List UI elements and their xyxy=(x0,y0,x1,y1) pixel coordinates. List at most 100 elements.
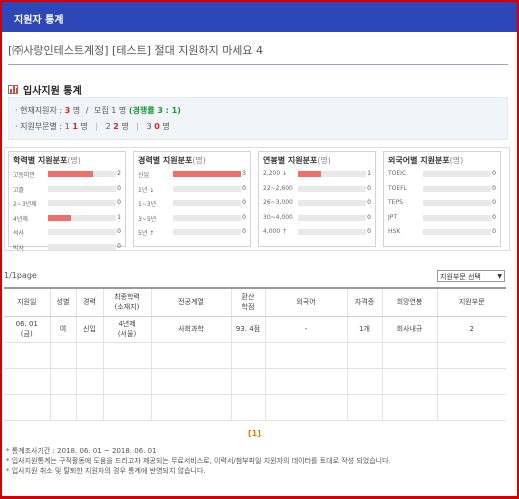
department-count: 0 xyxy=(154,122,160,131)
table-row[interactable]: 06. 01 (금) 여 신입 4년제 (서울) 사회과학 93. 4점 -1개 회사내규 2 xyxy=(4,316,506,343)
education-distribution-panel: 학력별 지원분포(명) 고등미만 2 고졸 0 2~3년제 0 4년제 1 석사 0 박사 0 xyxy=(8,151,126,252)
table-cell xyxy=(49,394,76,421)
category-label: JPT xyxy=(388,213,398,221)
category-label: 3~5년 xyxy=(138,215,157,223)
value-label: 0 xyxy=(492,184,496,192)
value-label: 0 xyxy=(492,170,496,177)
table-cell xyxy=(150,342,231,369)
category-label: 신입 xyxy=(138,172,150,179)
category-label: 2~3년제 xyxy=(13,201,37,208)
bar-track xyxy=(423,185,491,192)
value-label: 0 xyxy=(117,242,121,250)
department-filter-select[interactable]: 지원부문 선택 ▼ xyxy=(437,270,505,282)
value-label: 0 xyxy=(492,199,496,206)
distribution-row: 5년 ↑ 0 xyxy=(138,226,246,241)
panel-title-unit: (명) xyxy=(449,156,464,165)
pagination-current[interactable]: [1] xyxy=(248,429,261,438)
table-cell xyxy=(4,342,50,369)
table-cell xyxy=(381,368,437,395)
distribution-stats: 학력별 지원분포(명) 고등미만 2 고졸 0 2~3년제 0 4년제 1 석사 0 박사 0 경력별 지… xyxy=(4,147,510,252)
bar xyxy=(48,214,71,221)
column-header: 최종학력 (소재지) xyxy=(102,287,151,317)
distribution-row: 3~5년 0 xyxy=(138,212,246,227)
section-title-text: 입사지원 통계 xyxy=(23,86,82,97)
table-cell xyxy=(346,394,382,421)
bar-track xyxy=(48,185,116,192)
value-label: 0 xyxy=(492,213,496,221)
table-cell xyxy=(102,394,151,421)
category-label: 1~3년 xyxy=(138,201,157,208)
value-label: 1 xyxy=(117,213,121,221)
section-title: 입사지원 통계 xyxy=(8,82,82,97)
value-label: 1 xyxy=(367,170,371,177)
distribution-row: 2,200 ↓ 1 xyxy=(263,168,371,183)
table-cell: 여 xyxy=(49,316,76,343)
distribution-row: 26~3,000 0 xyxy=(263,197,371,212)
column-header: 환산 학점 xyxy=(230,287,265,317)
slash: / xyxy=(85,106,89,115)
category-label: 26~3,000 xyxy=(263,199,293,206)
department-line: · 지원부문별 : 1 1 명 | 2 2 명 | 3 0 명 xyxy=(15,119,507,135)
bar-track xyxy=(298,229,366,235)
category-label: 고등미만 xyxy=(13,172,36,179)
unit: 명 xyxy=(162,122,170,131)
recruit-count: 1 xyxy=(111,106,117,115)
table-cell: 사회과학 xyxy=(150,316,231,343)
table-cell xyxy=(230,368,265,395)
category-label: 2,200 ↓ xyxy=(263,170,288,177)
category-label: 30~4,000 xyxy=(263,213,293,221)
distribution-row: JPT 0 xyxy=(388,212,496,227)
bar xyxy=(48,171,94,177)
bar-track xyxy=(173,229,241,235)
table-cell xyxy=(346,342,382,369)
table-cell xyxy=(49,342,76,369)
category-label: TOEFL xyxy=(388,184,407,192)
note-period: * 통계조사기간 : 2018. 06. 01 ~ 2018. 06. 01 xyxy=(6,447,157,455)
language-distribution-panel: 외국어별 지원분포(명) TOEIC 0 TOEFL 0 TEPS 0 JPT 0 HSK 0 xyxy=(383,151,501,247)
bar-track xyxy=(298,185,366,192)
bar-track xyxy=(173,185,241,192)
empty-row xyxy=(4,394,506,421)
distribution-row: 석사 0 xyxy=(13,226,121,241)
bar-track xyxy=(423,214,491,221)
value-label: 0 xyxy=(242,199,246,206)
table-cell xyxy=(4,368,50,395)
table-cell xyxy=(49,368,76,395)
current-applicants-count: 3 xyxy=(64,106,71,115)
current-applicants-line: · 현재지원자 : 3 명 / 모집 1 명 (경쟁률 3 : 1) xyxy=(15,103,507,119)
salary-distribution-panel: 연봉별 지원분포(명) 2,200 ↓ 1 22~2,600 0 26~3,000 0 30~… xyxy=(258,151,376,247)
page-info: 1/1page xyxy=(4,271,37,280)
table-cell xyxy=(264,394,347,421)
unit: 명 xyxy=(121,122,129,131)
category-label: 5년 ↑ xyxy=(138,230,155,237)
table-cell xyxy=(436,394,506,421)
separator: | xyxy=(136,122,139,131)
unit: 명 xyxy=(80,122,88,131)
distribution-row: 고등미만 2 xyxy=(13,168,121,183)
bar-track xyxy=(298,214,366,221)
table-cell: 4년제 (서울) xyxy=(102,316,151,343)
separator: | xyxy=(95,122,99,131)
value-label: 0 xyxy=(492,228,496,235)
table-header-row: 지원일 성별 경력 최종학력 (소재지) 전공계열 환산 학점 외국어 자격증 희망연봉 지원부문 xyxy=(4,287,506,317)
distribution-row: TOEFL 0 xyxy=(388,183,496,198)
distribution-row: 2~3년제 0 xyxy=(13,197,121,212)
bar-track xyxy=(48,229,116,235)
department-label: · 지원부문별 : xyxy=(15,122,63,131)
chevron-down-icon: ▼ xyxy=(497,273,502,280)
department-count: 1 xyxy=(72,122,78,131)
bar-track xyxy=(173,214,241,221)
note-withdrawal: * 입사지원 취소 및 탈퇴한 지원자의 경우 통계에 반영되지 않습니다. xyxy=(6,467,206,475)
category-label: 석사 xyxy=(13,230,25,237)
bar-track xyxy=(423,200,491,206)
panel-title: 학력별 지원분포(명) xyxy=(13,155,121,168)
bar xyxy=(173,171,241,177)
value-label: 0 xyxy=(367,199,371,206)
bar-track xyxy=(298,171,366,177)
table-cell xyxy=(436,342,506,369)
competition-ratio: (경쟁률 3 : 1) xyxy=(128,106,181,115)
note-service: * 입사지원통계는 구직활동에 도움을 드리고자 제공되는 무료서비스로, 이력… xyxy=(6,457,391,465)
column-header: 전공계열 xyxy=(150,287,231,317)
unit: 명 xyxy=(118,106,127,115)
category-label: TEPS xyxy=(388,199,403,206)
